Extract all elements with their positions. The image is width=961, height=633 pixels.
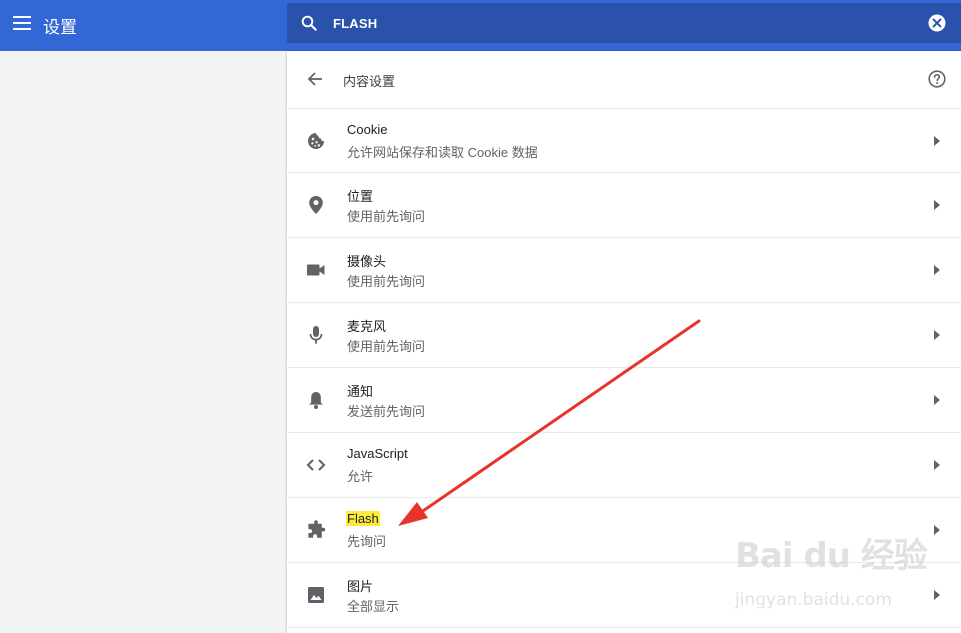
location-icon: [306, 195, 326, 215]
bell-icon: [306, 390, 326, 410]
row-title: 通知: [347, 384, 374, 399]
settings-row-flash[interactable]: Flash 先询问: [287, 498, 961, 563]
row-title: Cookie: [347, 122, 388, 137]
search-input[interactable]: [333, 11, 893, 35]
puzzle-icon: [306, 520, 326, 540]
app-title: 设置: [43, 18, 77, 37]
row-title: JavaScript: [347, 446, 408, 461]
row-title: 图片: [347, 579, 374, 594]
chevron-right-icon: [931, 327, 943, 343]
search-box: [287, 3, 961, 43]
row-title: Flash: [346, 511, 380, 526]
row-subtitle: 允许: [347, 469, 374, 484]
row-title: 摄像头: [347, 254, 387, 269]
chevron-right-icon: [931, 197, 943, 213]
row-title: 位置: [347, 189, 374, 204]
chevron-right-icon: [931, 587, 943, 603]
settings-row-camera[interactable]: 摄像头 使用前先询问: [287, 238, 961, 303]
search-icon[interactable]: [299, 13, 319, 33]
row-subtitle: 使用前先询问: [347, 274, 426, 289]
chevron-right-icon: [931, 522, 943, 538]
row-subtitle: 发送前先询问: [347, 404, 426, 419]
image-icon: [306, 585, 326, 605]
cookie-icon: [306, 131, 326, 151]
settings-row-javascript[interactable]: JavaScript 允许: [287, 433, 961, 498]
help-button[interactable]: [927, 69, 947, 89]
settings-row-location[interactable]: 位置 使用前先询问: [287, 173, 961, 238]
page-title: 内容设置: [343, 74, 396, 89]
code-icon: [306, 455, 326, 475]
camera-icon: [306, 260, 326, 280]
settings-row-microphone[interactable]: 麦克风 使用前先询问: [287, 303, 961, 368]
row-subtitle: 先询问: [347, 534, 387, 549]
chevron-right-icon: [931, 133, 943, 149]
settings-row-cookie[interactable]: Cookie 允许网站保存和读取 Cookie 数据: [287, 108, 961, 173]
row-title: 麦克风: [347, 319, 387, 334]
row-subtitle: 允许网站保存和读取 Cookie 数据: [347, 145, 538, 160]
microphone-icon: [306, 325, 326, 345]
settings-list: Cookie 允许网站保存和读取 Cookie 数据 位置 使用前先询问 摄像头…: [287, 108, 961, 628]
chevron-right-icon: [931, 392, 943, 408]
top-toolbar: 设置: [0, 0, 961, 51]
row-subtitle: 使用前先询问: [347, 209, 426, 224]
back-button[interactable]: [304, 68, 326, 90]
settings-row-notifications[interactable]: 通知 发送前先询问: [287, 368, 961, 433]
clear-search-button[interactable]: [927, 13, 947, 33]
hamburger-menu-icon: [13, 16, 31, 30]
menu-button[interactable]: [8, 9, 36, 37]
chevron-right-icon: [931, 262, 943, 278]
chevron-right-icon: [931, 457, 943, 473]
content-settings-card: 内容设置 Cookie 允许网站保存和读取 Cookie 数据 位置 使用前先询…: [287, 51, 961, 633]
close-circle-icon: [928, 14, 946, 32]
arrow-back-icon: [307, 72, 322, 86]
card-header: 内容设置: [287, 51, 961, 107]
row-subtitle: 使用前先询问: [347, 339, 426, 354]
row-subtitle: 全部显示: [347, 599, 400, 614]
help-icon: [928, 70, 946, 88]
settings-row-images[interactable]: 图片 全部显示: [287, 563, 961, 628]
